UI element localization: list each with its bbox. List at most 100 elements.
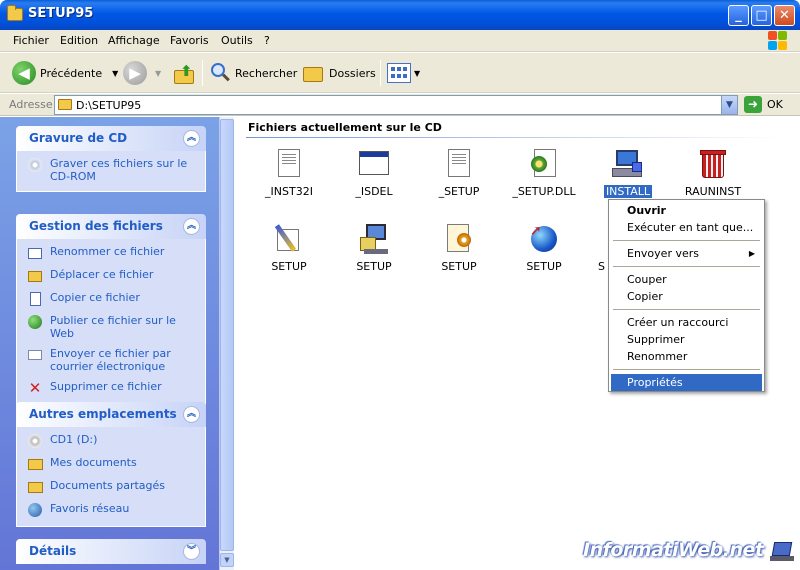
file-item[interactable]: SETUP [249, 223, 329, 273]
toolbar-separator [202, 60, 203, 86]
expand-icon[interactable]: ︾ [183, 543, 200, 560]
ctx-copy[interactable]: Copier [611, 288, 762, 305]
laptop-logo-icon [770, 540, 796, 564]
menu-favoris[interactable]: Favoris [170, 34, 209, 47]
place-shared-documents-link[interactable]: Documents partagés [27, 479, 197, 495]
folders-label: Dossiers [329, 66, 376, 80]
task-group-header[interactable]: Gestion des fichiers ︽ [16, 214, 206, 239]
move-file-link[interactable]: Déplacer ce fichier [27, 268, 197, 284]
delete-file-link[interactable]: ✕ Supprimer ce fichier [27, 380, 197, 396]
menu-separator [613, 240, 760, 241]
task-group-header[interactable]: Gravure de CD ︽ [16, 126, 206, 151]
scroll-down-arrow-icon[interactable]: ▼ [220, 553, 234, 567]
task-link-label: Supprimer ce fichier [50, 380, 162, 393]
file-name: _INST32I [265, 185, 313, 198]
ctx-run-as[interactable]: Exécuter en tant que... [611, 219, 762, 236]
folders-icon [302, 62, 326, 84]
file-name: INSTALL [603, 185, 653, 198]
section-divider [246, 137, 786, 138]
task-link-label: Mes documents [50, 456, 137, 469]
folder-icon [58, 99, 72, 110]
forward-arrow-icon: ▶ [123, 61, 147, 85]
folders-button[interactable]: Dossiers [302, 59, 376, 87]
go-button[interactable]: ➜ OK [744, 96, 783, 113]
file-item[interactable]: _SETUP.DLL [504, 148, 584, 198]
file-item[interactable]: _ISDEL [334, 148, 414, 198]
collapse-icon[interactable]: ︽ [183, 406, 200, 423]
views-button[interactable]: ▼ [387, 59, 420, 87]
scrollbar-thumb[interactable] [220, 119, 234, 551]
task-pane-scrollbar[interactable]: ▼ [219, 117, 234, 570]
menu-outils[interactable]: Outils [221, 34, 253, 47]
ctx-properties[interactable]: Propriétés [611, 374, 762, 391]
menu-fichier[interactable]: Fichier [13, 34, 49, 47]
file-name: RAUNINST [684, 185, 742, 198]
maximize-button[interactable]: □ [751, 5, 772, 26]
task-group-body: Renommer ce fichier Déplacer ce fichier … [16, 239, 206, 405]
publish-web-link[interactable]: Publier ce fichier sur le Web [27, 314, 197, 340]
file-item[interactable]: ➚ SETUP [504, 223, 584, 273]
file-item[interactable]: RAUNINST [673, 148, 753, 198]
task-link-label: Déplacer ce fichier [50, 268, 154, 281]
file-name: _SETUP [438, 185, 480, 198]
ctx-cut[interactable]: Couper [611, 271, 762, 288]
up-folder-button[interactable]: ⬆ [172, 59, 196, 87]
search-button[interactable]: Rechercher [208, 59, 297, 87]
ctx-rename[interactable]: Renommer [611, 348, 762, 365]
minimize-button[interactable]: _ [728, 5, 749, 26]
cd-drive-icon [27, 433, 43, 449]
install-computer-icon [612, 148, 644, 180]
ctx-open[interactable]: Ouvrir [611, 202, 762, 219]
ctx-send-to[interactable]: Envoyer vers ▶ [611, 245, 762, 262]
back-dropdown-icon[interactable]: ▼ [112, 69, 118, 78]
windows-logo-icon [768, 31, 788, 51]
task-pane: Gravure de CD ︽ Graver ces fichiers sur … [0, 117, 233, 570]
email-file-link[interactable]: Envoyer ce fichier par courrier électron… [27, 347, 197, 373]
burn-cd-link[interactable]: Graver ces fichiers sur le CD-ROM [27, 157, 197, 183]
views-dropdown-icon[interactable]: ▼ [414, 69, 420, 78]
file-name: SETUP [356, 260, 392, 273]
cd-burn-icon [27, 157, 43, 173]
folder-icon [7, 5, 23, 21]
task-group-header[interactable]: Autres emplacements ︽ [16, 402, 206, 427]
back-button[interactable]: ◀ Précédente ▼ [12, 59, 118, 87]
task-group-title: Autres emplacements [29, 407, 177, 421]
file-item[interactable]: _SETUP [419, 148, 499, 198]
file-item[interactable]: _INST32I [249, 148, 329, 198]
copy-icon [27, 291, 43, 307]
file-item-selected[interactable]: INSTALL [588, 148, 668, 198]
menu-edition[interactable]: Edition [60, 34, 98, 47]
file-item[interactable]: SETUP [334, 223, 414, 273]
collapse-icon[interactable]: ︽ [183, 218, 200, 235]
forward-dropdown-icon[interactable]: ▼ [155, 69, 161, 78]
rename-file-link[interactable]: Renommer ce fichier [27, 245, 197, 261]
delete-x-icon: ✕ [28, 378, 42, 397]
address-dropdown-icon[interactable]: ▼ [721, 96, 737, 114]
network-globe-icon [27, 502, 43, 518]
address-value: D:\SETUP95 [76, 99, 142, 112]
task-link-label: Renommer ce fichier [50, 245, 165, 258]
place-my-documents-link[interactable]: Mes documents [27, 456, 197, 472]
setup-computer-icon [358, 223, 390, 255]
copy-file-link[interactable]: Copier ce fichier [27, 291, 197, 307]
task-link-label: Envoyer ce fichier par courrier électron… [50, 347, 171, 373]
task-link-label: CD1 (D:) [50, 433, 98, 446]
shared-folder-icon [27, 479, 43, 495]
close-button[interactable]: ✕ [774, 5, 795, 26]
file-item-partial[interactable]: S [588, 223, 608, 273]
collapse-icon[interactable]: ︽ [183, 130, 200, 147]
forward-button[interactable]: ▶ ▼ [123, 59, 161, 87]
file-name: SETUP [441, 260, 477, 273]
folder-icon [27, 456, 43, 472]
task-group-header[interactable]: Détails ︾ [16, 539, 206, 564]
menu-affichage[interactable]: Affichage [108, 34, 160, 47]
ctx-delete[interactable]: Supprimer [611, 331, 762, 348]
ctx-create-shortcut[interactable]: Créer un raccourci [611, 314, 762, 331]
place-cd-drive-link[interactable]: CD1 (D:) [27, 433, 197, 449]
address-input[interactable]: D:\SETUP95 ▼ [54, 95, 738, 115]
context-menu: Ouvrir Exécuter en tant que... Envoyer v… [608, 199, 765, 392]
menu-separator [613, 369, 760, 370]
file-item[interactable]: SETUP [419, 223, 499, 273]
menu-help[interactable]: ? [264, 34, 270, 47]
place-network-link[interactable]: Favoris réseau [27, 502, 197, 518]
